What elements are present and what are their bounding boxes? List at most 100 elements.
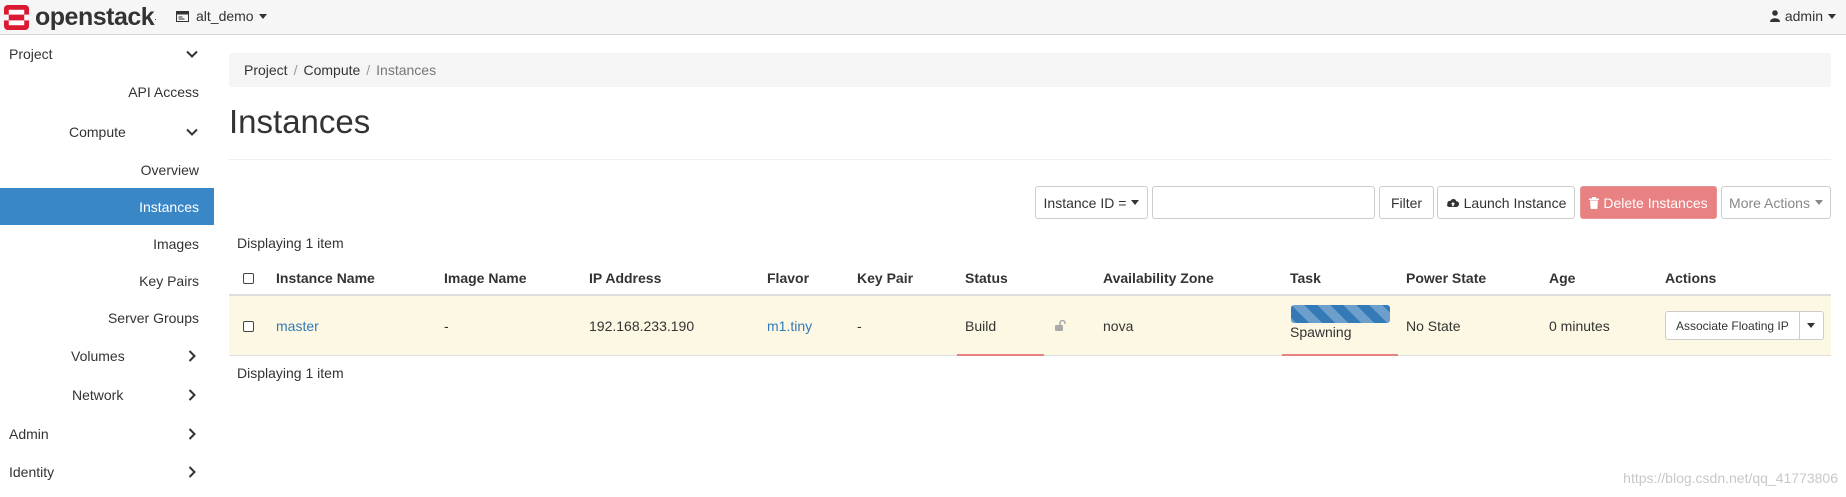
sidebar-item-identity[interactable]: Identity [0,454,214,490]
column-image-name[interactable]: Image Name [444,262,526,294]
sidebar-item-label: Volumes [71,348,125,364]
sidebar-item-label: Overview [140,162,199,178]
breadcrumb-compute[interactable]: Compute [303,62,360,78]
availability-zone-cell: nova [1103,318,1134,334]
task-underline [1282,354,1398,356]
trash-icon [1589,196,1600,209]
associate-floating-ip-button[interactable]: Associate Floating IP [1665,311,1800,340]
task-progress-bar [1291,305,1390,323]
row-actions-dropdown-toggle[interactable] [1799,311,1824,340]
brand-mark: . [154,12,157,22]
row-actions: Associate Floating IP [1665,311,1824,340]
chevron-down-icon [186,50,198,58]
sidebar-item-label: Identity [9,464,55,480]
column-task[interactable]: Task [1290,262,1321,294]
chevron-right-icon [188,466,196,478]
user-icon [1769,10,1780,22]
age-cell: 0 minutes [1549,318,1610,334]
sidebar-item-label: Compute [69,124,126,140]
sidebar-item-compute[interactable]: Compute [0,114,214,150]
column-availability-zone[interactable]: Availability Zone [1103,262,1214,294]
project-selector[interactable]: alt_demo [176,8,267,24]
sidebar-item-label: Key Pairs [139,273,199,289]
breadcrumb-project[interactable]: Project [244,62,288,78]
checkbox[interactable] [243,272,254,284]
openstack-logo-icon [3,4,30,30]
delete-instances-label: Delete Instances [1603,194,1708,211]
column-flavor[interactable]: Flavor [767,262,809,294]
page-title: Instances [229,103,371,140]
associate-floating-ip-label: Associate Floating IP [1676,318,1789,333]
project-name: alt_demo [196,8,254,24]
brand-name: openstack [35,3,155,31]
table-header: Instance Name Image Name IP Address Flav… [229,262,1831,296]
sidebar-item-label: Admin [9,426,49,442]
more-actions-label: More Actions [1729,194,1810,211]
sidebar-item-project[interactable]: Project [0,36,214,71]
delete-instances-button[interactable]: Delete Instances [1580,186,1717,219]
select-all-checkbox[interactable] [243,262,254,294]
column-instance-name[interactable]: Instance Name [276,262,375,294]
search-input[interactable] [1152,186,1375,219]
filter-button-label: Filter [1390,194,1423,211]
column-age[interactable]: Age [1549,262,1575,294]
chevron-right-icon [188,389,196,401]
sidebar-item-label: Images [153,236,199,252]
row-select[interactable] [243,296,254,356]
table-row: master - 192.168.233.190 m1.tiny - Build… [229,296,1831,356]
chevron-down-icon [1807,323,1816,328]
sidebar-item-admin[interactable]: Admin [0,416,214,452]
status-underline [957,354,1044,356]
brand-logo[interactable]: openstack . [3,3,157,31]
image-name-cell: - [444,318,449,334]
chevron-down-icon [1131,200,1140,205]
project-box-icon [176,10,189,22]
watermark: https://blog.csdn.net/qq_41773806 [1623,470,1838,486]
checkbox[interactable] [243,320,254,332]
item-count-bottom: Displaying 1 item [237,365,344,381]
sidebar-nav: Project API Access Compute Overview Inst… [0,36,214,497]
filter-field-label: Instance ID = [1043,194,1127,211]
column-ip-address[interactable]: IP Address [589,262,661,294]
sidebar-item-label: Server Groups [107,310,199,326]
sidebar-item-server-groups[interactable]: Server Groups [0,301,214,335]
filter-field-dropdown[interactable]: Instance ID = [1035,186,1148,219]
sidebar-item-label: Instances [139,198,199,215]
breadcrumb: Project / Compute / Instances [229,53,1831,87]
column-power-state[interactable]: Power State [1406,262,1486,294]
chevron-down-icon [258,13,267,19]
breadcrumb-separator: / [293,62,298,78]
sidebar-item-label: Project [9,45,53,62]
chevron-right-icon [188,350,196,362]
sidebar-item-api-access[interactable]: API Access [0,76,214,108]
status-cell: Build [965,318,997,334]
chevron-down-icon [186,128,198,136]
sidebar-item-instances[interactable]: Instances [0,188,214,225]
user-menu[interactable]: admin [1769,8,1836,24]
power-state-cell: No State [1406,318,1461,334]
column-key-pair[interactable]: Key Pair [857,262,913,294]
column-actions: Actions [1665,270,1717,286]
column-status[interactable]: Status [965,262,1008,294]
cloud-upload-icon [1446,198,1459,207]
sidebar-item-images[interactable]: Images [0,227,214,261]
more-actions-button[interactable]: More Actions [1721,186,1831,219]
task-label: Spawning [1290,324,1352,340]
sidebar-item-label: API Access [128,84,199,100]
launch-instance-label: Launch Instance [1463,194,1567,211]
sidebar-item-key-pairs[interactable]: Key Pairs [0,264,214,298]
breadcrumb-instances: Instances [376,62,437,78]
key-pair-cell: - [857,318,862,334]
flavor-link[interactable]: m1.tiny [767,296,812,356]
user-name: admin [1784,8,1823,24]
sidebar-item-network[interactable]: Network [0,377,214,413]
sidebar-item-overview[interactable]: Overview [0,154,214,186]
breadcrumb-separator: / [366,62,371,78]
launch-instance-button[interactable]: Launch Instance [1437,186,1575,219]
instance-name-link[interactable]: master [276,296,319,356]
chevron-down-icon [1814,200,1823,205]
filter-button[interactable]: Filter [1379,186,1434,219]
divider [229,159,1831,160]
sidebar-item-volumes[interactable]: Volumes [0,338,214,374]
chevron-right-icon [188,428,196,440]
